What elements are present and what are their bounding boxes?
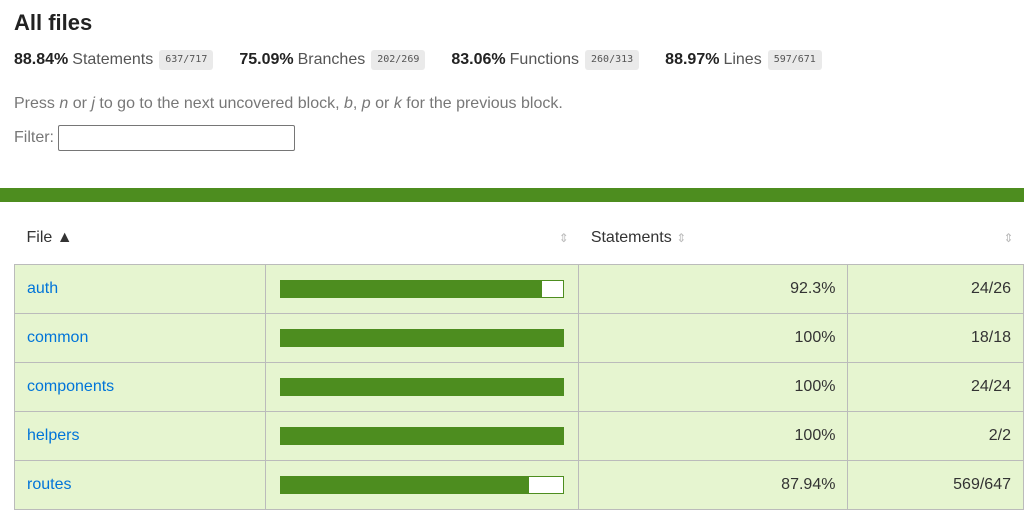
- file-link-components[interactable]: components: [27, 378, 114, 395]
- hint-text: for the previous block.: [401, 95, 563, 112]
- sort-icon: ⇕: [558, 231, 569, 245]
- hint-key: b: [343, 95, 353, 112]
- file-link-auth[interactable]: auth: [27, 280, 58, 297]
- coverage-bar: [280, 328, 565, 347]
- summary-statements-fraction: 637/717: [159, 50, 214, 70]
- summary-branches-label: Branches: [297, 51, 366, 68]
- hint-key: k: [393, 95, 402, 112]
- summary-lines-label: Lines: [723, 51, 762, 68]
- summary-lines: 88.97% Lines 597/671: [665, 50, 822, 70]
- coverage-header: All files 88.84% Statements 637/717 75.0…: [0, 0, 1024, 151]
- statements-pct-cell: 92.3%: [578, 263, 849, 314]
- column-header-file-label: File ▲: [26, 228, 73, 246]
- statements-abs-cell: 24/24: [847, 361, 1024, 412]
- coverage-bar: [280, 426, 565, 445]
- coverage-bar-fill: [281, 476, 530, 493]
- coverage-bar-cell: [265, 361, 580, 412]
- hint-text: or: [68, 95, 92, 112]
- statements-pct-cell: 100%: [578, 410, 849, 461]
- hint-text: Press: [14, 95, 60, 112]
- coverage-bar-fill: [281, 329, 564, 346]
- summary-branches: 75.09% Branches 202/269: [239, 50, 426, 70]
- coverage-bar-fill: [281, 280, 542, 297]
- hint-text: or: [370, 95, 394, 112]
- table-row: common 100% 18/18: [13, 312, 1024, 363]
- file-cell: components: [13, 361, 267, 412]
- coverage-bar: [280, 279, 565, 298]
- hint-text: to go to the next uncovered block,: [94, 95, 344, 112]
- coverage-summary: 88.84% Statements 637/717 75.09% Branche…: [14, 49, 1024, 71]
- coverage-bar-fill: [281, 427, 564, 444]
- column-header-statements-label: Statements: [590, 228, 672, 246]
- file-cell: auth: [13, 263, 267, 314]
- page-title: All files: [14, 10, 93, 35]
- column-header-file-bar[interactable]: ⇕: [266, 212, 579, 264]
- sort-icon: ⇕: [676, 230, 687, 245]
- sort-icon: ⇕: [1003, 231, 1014, 245]
- summary-branches-fraction: 202/269: [371, 50, 426, 70]
- summary-functions-fraction: 260/313: [585, 50, 640, 70]
- table-row: components 100% 24/24: [13, 361, 1024, 412]
- filter-row: Filter:: [14, 125, 1024, 151]
- coverage-bar: [280, 475, 565, 494]
- column-header-statements[interactable]: Statements ⇕: [579, 212, 848, 264]
- hint-key: p: [361, 95, 371, 112]
- file-link-routes[interactable]: routes: [27, 476, 71, 493]
- summary-branches-pct: 75.09%: [239, 51, 294, 68]
- coverage-bar-fill: [281, 378, 564, 395]
- keyboard-hint: Press n or j to go to the next uncovered…: [14, 95, 1024, 115]
- hint-key: n: [59, 95, 69, 112]
- file-cell: helpers: [13, 410, 267, 461]
- coverage-bar-cell: [265, 410, 580, 461]
- coverage-bar: [280, 377, 565, 396]
- file-link-common[interactable]: common: [27, 329, 88, 346]
- summary-statements-label: Statements: [72, 51, 154, 68]
- filter-input[interactable]: [58, 125, 295, 151]
- coverage-bar-cell: [265, 263, 580, 314]
- statements-pct-cell: 100%: [578, 361, 849, 412]
- column-header-file[interactable]: File ▲: [15, 212, 266, 264]
- statements-abs-cell: 18/18: [847, 312, 1024, 363]
- summary-statements-pct: 88.84%: [14, 51, 69, 68]
- file-link-helpers[interactable]: helpers: [27, 427, 79, 444]
- statements-pct-cell: 100%: [578, 312, 849, 363]
- summary-functions: 83.06% Functions 260/313: [451, 50, 640, 70]
- filter-label: Filter:: [14, 129, 54, 146]
- statements-abs-cell: 24/26: [847, 263, 1024, 314]
- summary-lines-fraction: 597/671: [767, 50, 822, 70]
- statements-abs-cell: 2/2: [847, 410, 1024, 461]
- table-row: auth 92.3% 24/26: [13, 263, 1024, 314]
- coverage-table: File ▲ ⇕ Statements ⇕ ⇕ auth 92.3% 24/26…: [13, 212, 1024, 510]
- summary-lines-pct: 88.97%: [665, 51, 720, 68]
- table-header-row: File ▲ ⇕ Statements ⇕ ⇕: [15, 212, 1024, 264]
- column-header-statements-raw[interactable]: ⇕: [848, 212, 1024, 264]
- file-cell: common: [13, 312, 267, 363]
- summary-functions-pct: 83.06%: [451, 51, 506, 68]
- summary-functions-label: Functions: [509, 51, 580, 68]
- summary-statements: 88.84% Statements 637/717: [14, 50, 214, 70]
- coverage-bar-cell: [265, 312, 580, 363]
- coverage-status-line: [0, 188, 1024, 202]
- table-row: helpers 100% 2/2: [13, 410, 1024, 461]
- hint-text: ,: [352, 95, 362, 112]
